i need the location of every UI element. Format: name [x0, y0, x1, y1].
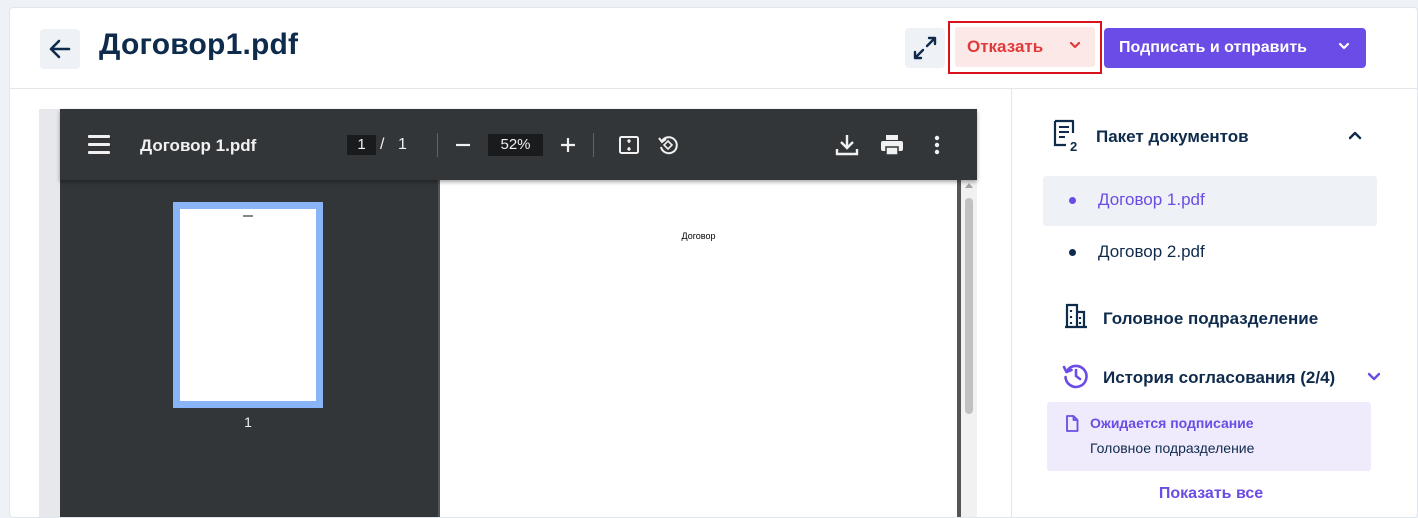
- sign-button-label: Подписать и отправить: [1119, 39, 1307, 56]
- back-button[interactable]: [40, 29, 80, 69]
- thumbnail-panel: 1: [60, 180, 438, 517]
- page-title: Договор1.pdf: [99, 28, 299, 61]
- download-button[interactable]: [834, 133, 860, 157]
- zoom-out-button[interactable]: [453, 135, 473, 155]
- page-content-text: Договор: [681, 231, 716, 241]
- history-status-card: Ожидается подписание Головное подразделе…: [1047, 402, 1371, 471]
- reject-button[interactable]: Отказать: [955, 27, 1095, 67]
- fullscreen-button[interactable]: [905, 28, 945, 68]
- building-icon: [1065, 303, 1087, 329]
- scroll-up-arrow-icon[interactable]: [965, 183, 973, 188]
- fit-page-icon: [619, 136, 639, 154]
- thumbnail-text-line: [243, 215, 253, 217]
- plus-icon: [561, 138, 575, 152]
- minus-icon: [456, 143, 470, 147]
- pdf-page: Договор: [440, 180, 957, 517]
- page-view: Договор: [438, 180, 977, 517]
- pdf-viewer: Договор 1.pdf 1 / 1 52% 1 Договор: [60, 109, 977, 517]
- scrollbar-thumb[interactable]: [965, 198, 973, 414]
- chevron-down-icon: [1338, 42, 1350, 50]
- document-list-item[interactable]: Договор 1.pdf: [1043, 176, 1377, 226]
- fit-page-button[interactable]: [618, 134, 640, 156]
- print-icon: [881, 135, 903, 156]
- expand-icon: [913, 36, 937, 60]
- pdf-toolbar: Договор 1.pdf 1 / 1 52%: [60, 109, 977, 180]
- department-title: Головное подразделение: [1103, 309, 1319, 328]
- document-list-item[interactable]: Договор 2.pdf: [1043, 228, 1377, 278]
- history-icon: [1062, 364, 1088, 389]
- page-separator: /: [380, 136, 385, 153]
- more-vertical-icon: [934, 135, 940, 155]
- right-sidebar: 2 Пакет документов Договор 1.pdf Договор…: [1011, 89, 1417, 517]
- show-all-link[interactable]: Показать все: [1012, 485, 1410, 503]
- document-label: Договор 1.pdf: [1098, 190, 1205, 209]
- total-pages: 1: [398, 136, 407, 153]
- status-title: Ожидается подписание: [1090, 415, 1254, 431]
- download-icon: [835, 135, 859, 156]
- thumbnail-page-number: 1: [244, 414, 252, 430]
- toolbar-divider: [437, 133, 438, 157]
- print-button[interactable]: [880, 134, 904, 156]
- bullet-dot: [1069, 249, 1076, 256]
- page-thumbnail[interactable]: [173, 202, 323, 408]
- main-card: Договор1.pdf Отказать Подписать и отправ…: [9, 7, 1418, 518]
- document-label: Договор 2.pdf: [1098, 242, 1205, 261]
- zoom-in-button[interactable]: [558, 135, 578, 155]
- toolbar-divider: [593, 133, 594, 157]
- pdf-file-name: Договор 1.pdf: [140, 136, 257, 155]
- menu-icon[interactable]: [88, 135, 110, 155]
- thumbnail-page: [180, 209, 316, 401]
- page-number-input[interactable]: 1: [347, 135, 376, 155]
- reject-button-label: Отказать: [967, 37, 1044, 56]
- chevron-up-icon[interactable]: [1348, 129, 1362, 141]
- reject-highlight-frame: Отказать: [948, 21, 1102, 74]
- zoom-input[interactable]: 52%: [488, 134, 543, 156]
- package-title: Пакет документов: [1096, 127, 1249, 146]
- pdf-viewer-container: Договор 1.pdf 1 / 1 52% 1 Договор: [39, 109, 977, 517]
- rotate-icon: [658, 136, 678, 155]
- status-subtitle: Головное подразделение: [1090, 440, 1255, 456]
- sign-and-send-button[interactable]: Подписать и отправить: [1104, 28, 1366, 68]
- more-options-button[interactable]: [930, 134, 944, 156]
- chevron-down-icon[interactable]: [1367, 371, 1381, 383]
- vertical-scrollbar[interactable]: [961, 180, 977, 517]
- arrow-left-icon: [49, 39, 71, 59]
- document-package-icon: 2: [1053, 119, 1077, 153]
- page-header: Договор1.pdf Отказать Подписать и отправ…: [10, 8, 1417, 89]
- rotate-button[interactable]: [657, 134, 679, 156]
- package-badge: 2: [1070, 139, 1077, 153]
- file-icon: [1066, 415, 1079, 432]
- bullet-dot: [1069, 197, 1076, 204]
- approval-history-title[interactable]: История согласования (2/4): [1103, 368, 1335, 388]
- chevron-down-icon: [1069, 41, 1081, 49]
